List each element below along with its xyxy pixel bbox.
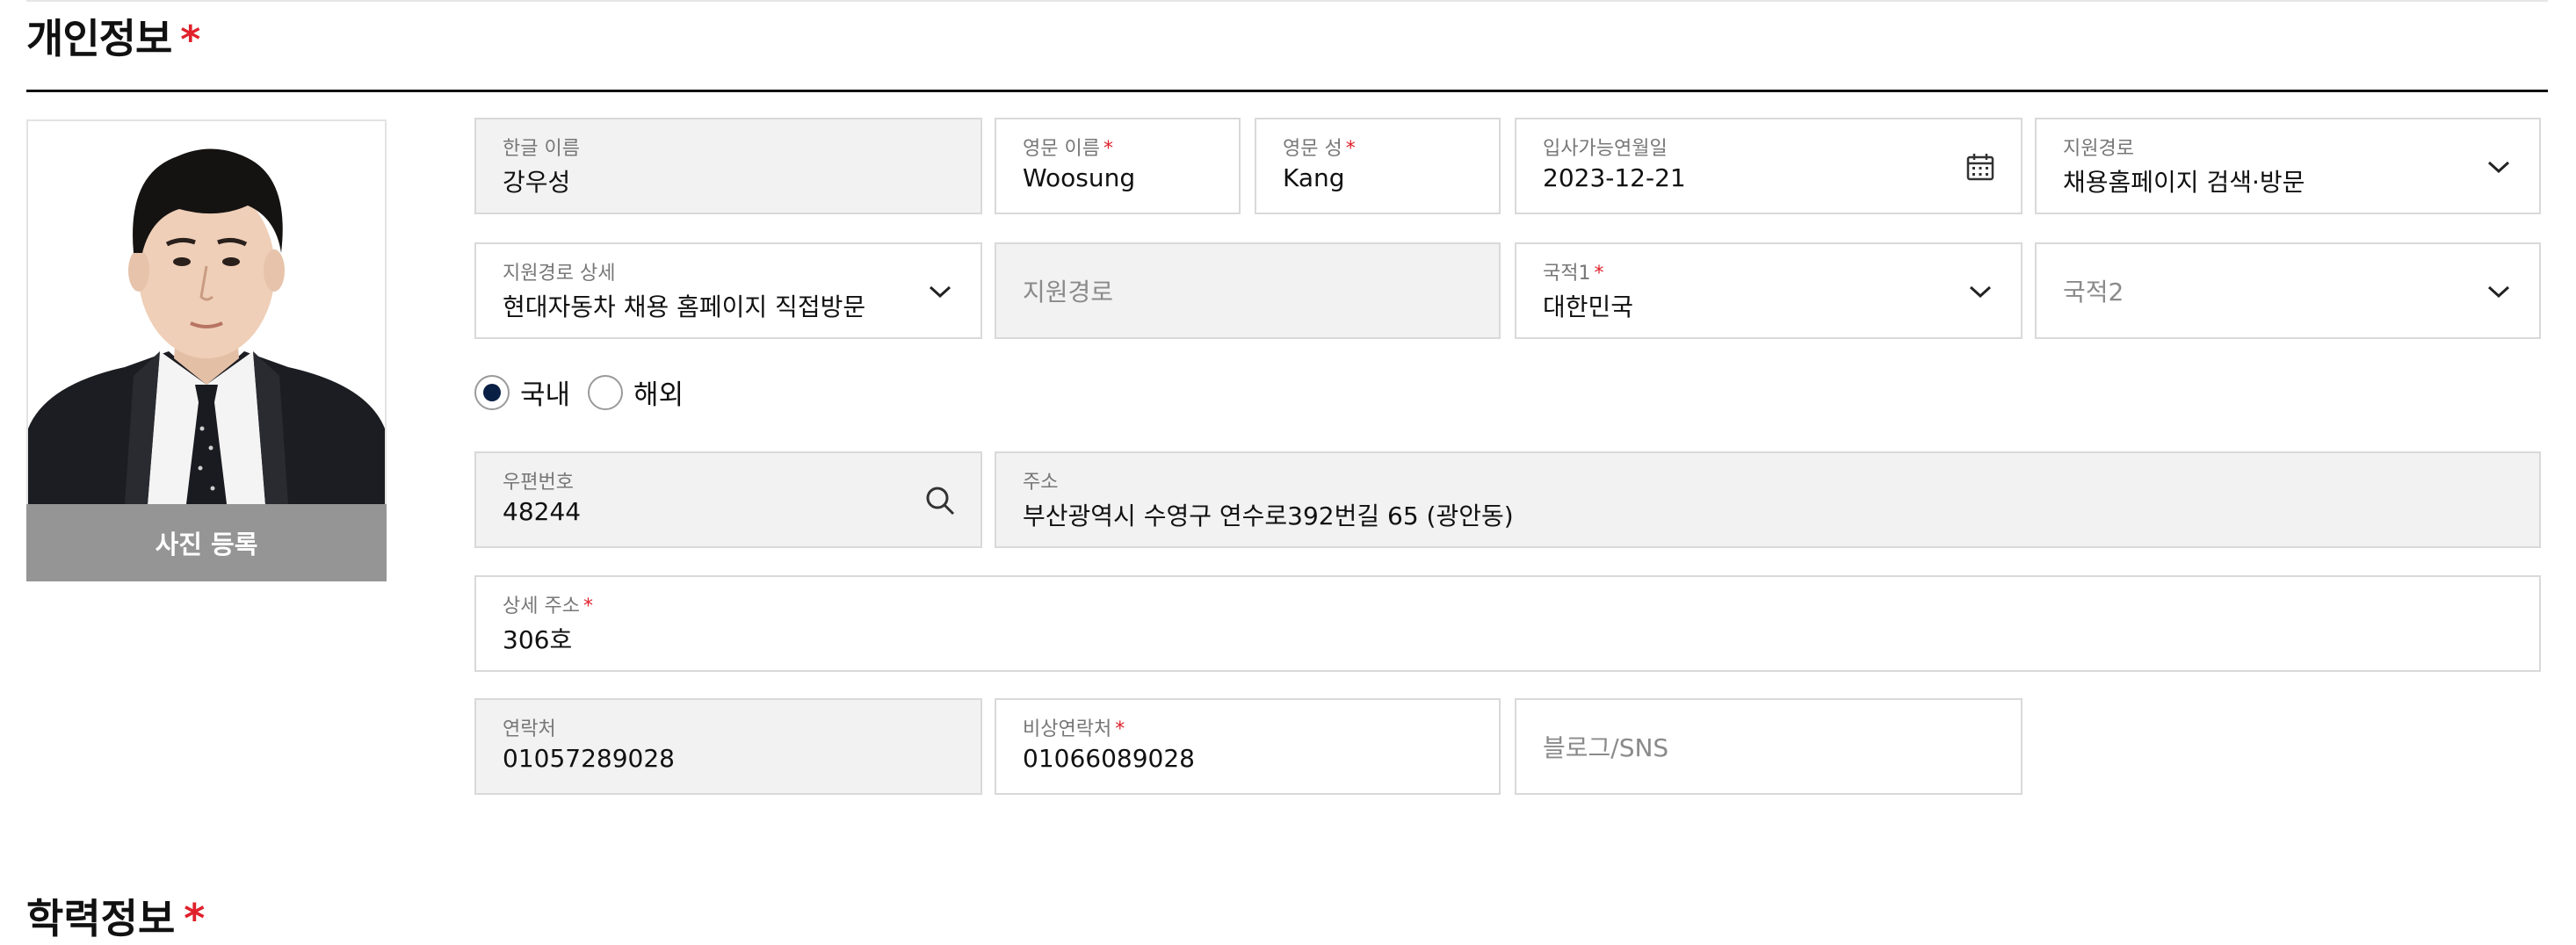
- radio-circle: [588, 374, 624, 410]
- required-mark: *: [1103, 138, 1113, 160]
- postal-code-value: 48244: [503, 497, 582, 526]
- address-detail-label-text: 상세 주소: [503, 595, 580, 617]
- english-last-name-label: 영문 성 *: [1283, 133, 1356, 161]
- apply-route-detail-select[interactable]: 지원경로 상세 현대자동차 채용 홈페이지 직접방문: [474, 242, 982, 339]
- english-last-name-label-text: 영문 성: [1283, 138, 1342, 160]
- profile-photo-image: [28, 121, 385, 504]
- emergency-phone-field[interactable]: 비상연락처 * 01066089028: [995, 698, 1501, 795]
- section-divider: [26, 90, 2548, 92]
- radio-overseas-label: 해외: [633, 379, 684, 411]
- emergency-phone-label-text: 비상연락처: [1023, 718, 1112, 740]
- nationality1-label-text: 국적1: [1543, 263, 1591, 285]
- required-mark: *: [180, 18, 200, 62]
- apply-route-placeholder: 지원경로: [1023, 278, 1114, 307]
- apply-route-detail-label: 지원경로 상세: [503, 263, 616, 285]
- required-mark: *: [1594, 263, 1604, 285]
- nationality1-value: 대한민국: [1543, 292, 1634, 321]
- apply-route-select[interactable]: 지원경로 채용홈페이지 검색·방문: [2035, 118, 2541, 214]
- next-section-title: 학력정보 *: [26, 887, 205, 945]
- required-mark: *: [184, 895, 206, 942]
- postal-code-label: 우편번호: [503, 472, 574, 494]
- top-divider: [26, 0, 2548, 2]
- radio-domestic-label: 국내: [520, 379, 571, 411]
- blog-sns-field[interactable]: 블로그/SNS: [1515, 698, 2022, 795]
- phone-label: 연락처: [503, 718, 556, 740]
- nationality2-select[interactable]: 국적2: [2035, 242, 2541, 339]
- chevron-down-icon: [1963, 274, 1998, 309]
- korean-name-label: 한글 이름: [503, 138, 580, 160]
- apply-route-detail-value: 현대자동차 채용 홈페이지 직접방문: [503, 292, 866, 321]
- phone-field[interactable]: 연락처 01057289028: [474, 698, 982, 795]
- english-first-name-label-text: 영문 이름: [1023, 138, 1100, 160]
- address-detail-field[interactable]: 상세 주소 * 306호: [474, 575, 2541, 672]
- english-first-name-value: Woosung: [1023, 163, 1136, 192]
- search-icon[interactable]: [923, 483, 958, 518]
- english-first-name-field[interactable]: 영문 이름 * Woosung: [995, 118, 1241, 214]
- postal-code-field[interactable]: 우편번호 48244: [474, 451, 982, 548]
- required-mark: *: [1345, 138, 1356, 160]
- chevron-down-icon: [2481, 149, 2516, 184]
- section-title-text: 개인정보: [26, 15, 172, 62]
- english-last-name-value: Kang: [1283, 163, 1345, 192]
- address-value: 부산광역시 수영구 연수로392번길 65 (광안동): [1023, 501, 1514, 530]
- radio-overseas[interactable]: 해외: [588, 372, 684, 412]
- start-date-label: 입사가능연월일: [1543, 138, 1668, 160]
- photo-upload-button[interactable]: 사진 등록: [26, 504, 387, 581]
- radio-selected-dot: [483, 383, 501, 401]
- required-mark: *: [582, 595, 593, 617]
- apply-route-text-field[interactable]: 지원경로: [995, 242, 1501, 339]
- next-section-title-text: 학력정보: [26, 895, 176, 942]
- apply-route-label: 지원경로: [2063, 138, 2134, 160]
- required-mark: *: [1115, 718, 1125, 740]
- korean-name-value: 강우성: [503, 168, 571, 197]
- start-date-value: 2023-12-21: [1543, 163, 1686, 192]
- english-first-name-label: 영문 이름 *: [1023, 133, 1113, 161]
- address-field[interactable]: 주소 부산광역시 수영구 연수로392번길 65 (광안동): [995, 451, 2541, 548]
- nationality1-label: 국적1 *: [1543, 257, 1603, 285]
- radio-domestic[interactable]: 국내: [474, 372, 570, 412]
- address-label: 주소: [1023, 472, 1059, 494]
- english-last-name-field[interactable]: 영문 성 * Kang: [1255, 118, 1501, 214]
- address-detail-label: 상세 주소 *: [503, 590, 593, 618]
- address-detail-value: 306호: [503, 625, 573, 654]
- start-date-field[interactable]: 입사가능연월일 2023-12-21: [1515, 118, 2022, 214]
- address-type-radio-group: 국내 해외: [474, 372, 701, 412]
- apply-route-value: 채용홈페이지 검색·방문: [2063, 168, 2305, 197]
- blog-sns-placeholder: 블로그/SNS: [1543, 733, 1669, 762]
- nationality1-select[interactable]: 국적1 * 대한민국: [1515, 242, 2022, 339]
- emergency-phone-value: 01066089028: [1023, 744, 1195, 773]
- phone-value: 01057289028: [503, 744, 675, 773]
- korean-name-field[interactable]: 한글 이름 강우성: [474, 118, 982, 214]
- calendar-icon[interactable]: [1963, 149, 1998, 184]
- section-title: 개인정보 *: [26, 7, 200, 65]
- chevron-down-icon: [923, 274, 958, 309]
- radio-circle: [474, 374, 510, 410]
- chevron-down-icon: [2481, 274, 2516, 309]
- nationality2-placeholder: 국적2: [2063, 278, 2124, 307]
- emergency-phone-label: 비상연락처 *: [1023, 713, 1125, 741]
